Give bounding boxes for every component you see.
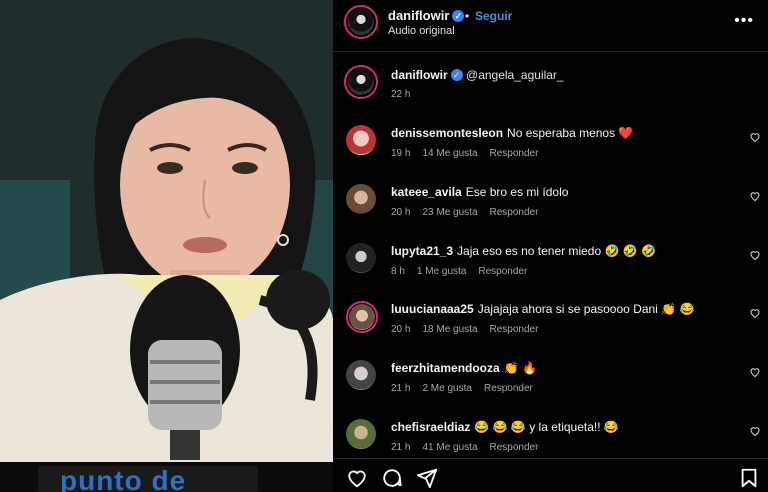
comment-time: 20 h [391,207,411,218]
commenter-avatar[interactable] [346,419,376,449]
author-avatar[interactable] [344,5,378,39]
commenter-username[interactable]: luuucianaaa25 [391,302,474,316]
more-options-icon[interactable]: ••• [734,12,754,30]
commenter-avatar[interactable] [346,243,376,273]
comment-meta: 8 h 1 Me gusta Responder [391,266,539,277]
post-actions-bar [333,458,768,492]
video-player[interactable]: punto de [0,0,333,492]
post-panel: daniflowir ✓ • Seguir Audio original ••• … [333,0,768,492]
commenter-username[interactable]: chefisraeldiaz [391,420,470,434]
comment-item: denissemontesleon No esperaba menos ❤️ 19… [333,121,768,173]
heart-icon[interactable] [346,467,368,489]
comment-text-line: chefisraeldiaz 😂 😂 😂 y la etiqueta!! 😂 [391,420,619,434]
commenter-avatar[interactable] [346,184,376,214]
reply-button[interactable]: Responder [490,442,539,453]
caption-mention[interactable]: @angela_aguilar_ [466,68,564,82]
commenter-username[interactable]: kateee_avila [391,185,462,199]
comment-meta: 21 h 41 Me gusta Responder [391,442,550,453]
comment-time: 21 h [391,383,411,394]
author-username-text[interactable]: daniflowir [388,8,449,23]
reply-button[interactable]: Responder [490,207,539,218]
comment-likes[interactable]: 23 Me gusta [422,207,477,218]
like-comment-icon[interactable] [749,190,761,202]
comment-text-line: feerzhitamendooza 👏 🔥 [391,361,537,375]
caption-time: 22 h [391,89,411,100]
commenter-avatar[interactable] [346,301,378,333]
reply-button[interactable]: Responder [490,324,539,335]
comment-likes[interactable]: 2 Me gusta [422,383,471,394]
comment-text: 👏 🔥 [503,361,537,375]
caption-username[interactable]: daniflowir [391,68,448,82]
comment-time: 21 h [391,442,411,453]
comment-meta: 20 h 18 Me gusta Responder [391,324,550,335]
comment-item: lupyta21_3 Jaja eso es no tener miedo 🤣 🤣… [333,239,768,291]
like-comment-icon[interactable] [749,249,761,261]
comment-text: No esperaba menos ❤️ [507,126,634,140]
reply-button[interactable]: Responder [490,148,539,159]
share-icon[interactable] [416,467,438,489]
comment-icon[interactable] [381,467,403,489]
caption-row: daniflowir ✓ @angela_aguilar_ 22 h [333,60,768,110]
video-overlay-text: punto de [60,470,187,492]
comment-time: 8 h [391,266,405,277]
video-frame [0,0,333,492]
reply-button[interactable]: Responder [484,383,533,394]
comment-likes[interactable]: 18 Me gusta [422,324,477,335]
commenter-avatar[interactable] [346,125,376,155]
post-header: daniflowir ✓ • Seguir Audio original ••• [333,0,768,52]
like-comment-icon[interactable] [749,131,761,143]
reply-button[interactable]: Responder [478,266,527,277]
commenter-username[interactable]: feerzhitamendooza [391,361,500,375]
comment-text: Jaja eso es no tener miedo 🤣 🤣 🤣 [457,244,656,258]
comment-text-line: lupyta21_3 Jaja eso es no tener miedo 🤣 🤣… [391,244,656,258]
comment-meta: 21 h 2 Me gusta Responder [391,383,545,394]
comment-text: Ese bro es mi ídolo [465,185,569,199]
comment-likes[interactable]: 1 Me gusta [417,266,466,277]
caption-text: daniflowir ✓ @angela_aguilar_ [391,68,564,82]
verified-icon: ✓ [452,10,465,22]
comment-text-line: denissemontesleon No esperaba menos ❤️ [391,126,633,140]
caption-avatar[interactable] [344,65,378,99]
comment-time: 19 h [391,148,411,159]
comment-text-line: luuucianaaa25 Jajajaja ahora si se pasooo… [391,302,694,316]
comment-time: 20 h [391,324,411,335]
verified-icon: ✓ [450,69,463,81]
author-username[interactable]: daniflowir ✓ [388,8,465,23]
bookmark-icon[interactable] [738,467,760,489]
comment-likes[interactable]: 41 Me gusta [422,442,477,453]
comment-likes[interactable]: 14 Me gusta [422,148,477,159]
like-comment-icon[interactable] [749,425,761,437]
comment-item: luuucianaaa25 Jajajaja ahora si se pasooo… [333,297,768,349]
comment-text: 😂 😂 😂 y la etiqueta!! 😂 [474,420,619,434]
commenter-username[interactable]: denissemontesleon [391,126,503,140]
audio-subtitle[interactable]: Audio original [388,25,455,37]
commenter-avatar[interactable] [346,360,376,390]
follow-button[interactable]: Seguir [475,9,512,23]
comment-text-line: kateee_avila Ese bro es mi ídolo [391,185,568,199]
comment-item: feerzhitamendooza 👏 🔥 21 h 2 Me gusta Respo… [333,356,768,408]
comment-text: Jajajaja ahora si se pasoooo Dani 👏 😂 [477,302,695,316]
like-comment-icon[interactable] [749,307,761,319]
comment-meta: 20 h 23 Me gusta Responder [391,207,550,218]
comment-item: kateee_avila Ese bro es mi ídolo 20 h 23 M… [333,180,768,232]
commenter-username[interactable]: lupyta21_3 [391,244,453,258]
comment-meta: 19 h 14 Me gusta Responder [391,148,550,159]
separator-dot: • [465,9,470,23]
like-comment-icon[interactable] [749,366,761,378]
